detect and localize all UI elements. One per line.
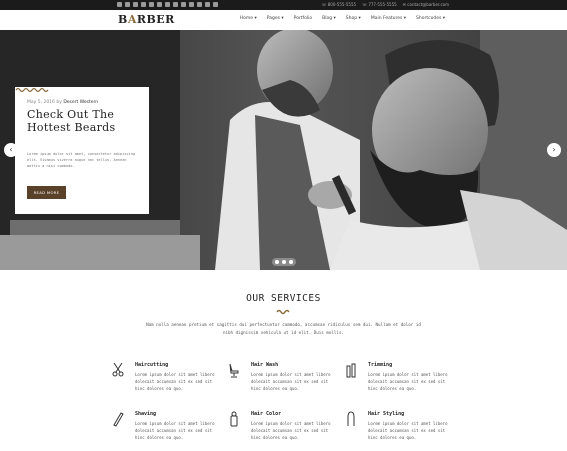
- youtube-icon[interactable]: [173, 2, 178, 7]
- tumblr-icon[interactable]: [189, 2, 194, 7]
- facebook-icon[interactable]: [117, 2, 122, 7]
- nav-item-main-features[interactable]: Main Features ▾: [371, 16, 406, 21]
- service-description: Lorem ipsum dolor sit amet libero doleca…: [368, 372, 448, 391]
- post-date: May 5, 2016 by: [27, 100, 62, 105]
- linkedin-icon[interactable]: [149, 2, 154, 7]
- slide-title[interactable]: Check Out The Hottest Beards: [27, 108, 139, 134]
- pinterest-icon[interactable]: [165, 2, 170, 7]
- logo-rest: RBER: [136, 13, 175, 26]
- hero-slider: May 5, 2016 by Desert Western Check Out …: [0, 30, 567, 270]
- decorative-squiggle-icon: [15, 87, 49, 93]
- services-heading: OUR SERVICES: [246, 293, 321, 304]
- slide-dot[interactable]: [275, 260, 279, 264]
- post-author[interactable]: Desert Western: [63, 100, 98, 105]
- service-title: Hair Styling: [368, 411, 405, 417]
- service-title: Trimming: [368, 362, 393, 368]
- decorative-squiggle-icon: [276, 309, 290, 315]
- site-header: BARBER Home ▾ Pages ▾ Portfolio Blog ▾ S…: [0, 10, 567, 31]
- twitter-icon[interactable]: [125, 2, 130, 7]
- logo-letter-b: B: [118, 13, 128, 26]
- site-logo[interactable]: BARBER: [118, 13, 175, 26]
- slide-dot[interactable]: [282, 260, 286, 264]
- service-item[interactable]: Hair Styling Lorem ipsum dolor sit amet …: [345, 411, 455, 451]
- slide-excerpt: Lorem ipsum dolor sit amet, consectetur …: [27, 152, 136, 168]
- slide-caption-card: May 5, 2016 by Desert Western Check Out …: [15, 87, 149, 214]
- service-item[interactable]: Shaving Lorem ipsum dolor sit amet liber…: [112, 411, 222, 451]
- scissors-icon: [112, 362, 124, 377]
- main-navigation: Home ▾ Pages ▾ Portfolio Blog ▾ Shop ▾ M…: [240, 16, 445, 21]
- slider-prev-button[interactable]: ‹: [4, 143, 18, 157]
- contact-info: ☏ 800-555-5555 ☏ 777-555-5555 ✉ contact@…: [321, 1, 449, 9]
- service-item[interactable]: Haircutting Lorem ipsum dolor sit amet l…: [112, 362, 222, 402]
- barber-chair-icon: [229, 363, 239, 378]
- trimmer-icon: [346, 363, 356, 378]
- service-title: Hair Color: [251, 411, 282, 417]
- email-link[interactable]: ✉ contact@barber.com: [403, 1, 449, 9]
- logo-accent-letter: A: [127, 13, 137, 26]
- services-intro: Nam nulla aenean pretium et sagittis dui…: [146, 322, 421, 335]
- nav-item-portfolio[interactable]: Portfolio: [294, 16, 313, 21]
- service-description: Lorem ipsum dolor sit amet libero doleca…: [135, 372, 215, 391]
- post-meta: May 5, 2016 by Desert Western: [27, 100, 98, 105]
- service-item[interactable]: Trimming Lorem ipsum dolor sit amet libe…: [345, 362, 455, 402]
- skype-icon[interactable]: [213, 2, 218, 7]
- service-description: Lorem ipsum dolor sit amet libero doleca…: [135, 421, 215, 440]
- phone-secondary[interactable]: ☏ 777-555-5555: [362, 1, 397, 9]
- service-description: Lorem ipsum dolor sit amet libero doleca…: [251, 421, 331, 440]
- nav-item-shop[interactable]: Shop ▾: [346, 16, 361, 21]
- rss-icon[interactable]: [205, 2, 210, 7]
- slider-pagination: [272, 258, 296, 266]
- service-item[interactable]: Hair Color Lorem ipsum dolor sit amet li…: [228, 411, 338, 451]
- flickr-icon[interactable]: [181, 2, 186, 7]
- nav-item-pages[interactable]: Pages ▾: [267, 16, 284, 21]
- service-title: Hair Wash: [251, 362, 279, 368]
- phone-primary[interactable]: ☏ 800-555-5555: [321, 1, 356, 9]
- slide-dot[interactable]: [289, 260, 293, 264]
- service-title: Haircutting: [135, 362, 169, 368]
- google-plus-icon[interactable]: [133, 2, 138, 7]
- service-description: Lorem ipsum dolor sit amet libero doleca…: [251, 372, 331, 391]
- social-links: [117, 2, 218, 7]
- service-item[interactable]: Hair Wash Lorem ipsum dolor sit amet lib…: [228, 362, 338, 402]
- vimeo-icon[interactable]: [141, 2, 146, 7]
- read-more-button[interactable]: READ MORE: [27, 186, 66, 199]
- slider-next-button[interactable]: ›: [547, 143, 561, 157]
- instagram-icon[interactable]: [157, 2, 162, 7]
- top-bar: ☏ 800-555-5555 ☏ 777-555-5555 ✉ contact@…: [0, 0, 567, 10]
- nav-item-shortcodes[interactable]: Shortcodes ▾: [416, 16, 445, 21]
- nav-item-blog[interactable]: Blog ▾: [322, 16, 336, 21]
- service-title: Shaving: [135, 411, 157, 417]
- service-description: Lorem ipsum dolor sit amet libero doleca…: [368, 421, 448, 440]
- nav-item-home[interactable]: Home ▾: [240, 16, 257, 21]
- dribbble-icon[interactable]: [197, 2, 202, 7]
